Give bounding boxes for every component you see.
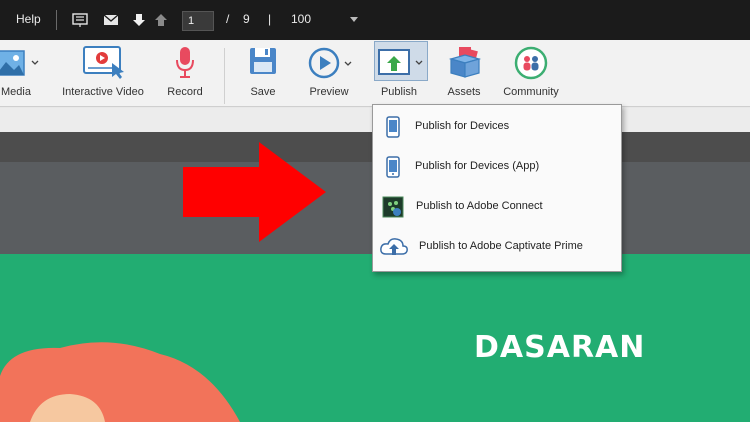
save-icon [250,48,276,74]
menu-item-label: Publish to Adobe Captivate Prime [419,240,583,252]
cloud-upload-icon [380,238,408,255]
ribbon-separator [224,48,225,104]
red-arrow-shape[interactable] [183,142,326,242]
chevron-down-icon[interactable] [31,60,39,66]
device-app-icon [386,156,400,178]
publish-dropdown-menu: Publish for Devices Publish for Devices … [372,104,622,272]
top-toolbar: Help 1 / 9 | 100 [0,0,750,40]
record-label: Record [167,86,203,98]
record-button[interactable]: Record [162,40,208,107]
menu-item-publish-for-devices[interactable]: Publish for Devices [373,106,621,146]
ribbon-toolbar: Media Interactive Video Record Save Prev… [0,40,750,107]
community-label: Community [503,86,559,98]
chevron-down-icon[interactable] [415,60,423,66]
current-page-input[interactable]: 1 [182,11,214,31]
save-button[interactable]: Save [240,40,286,107]
interactive-video-icon [83,46,124,79]
microphone-icon [176,47,194,78]
help-menu[interactable]: Help [16,12,41,26]
adobe-connect-icon [382,196,404,218]
zoom-select[interactable]: 100 [291,12,311,26]
page-separator: / [226,12,230,26]
interactive-video-label: Interactive Video [62,86,144,98]
menu-item-publish-for-devices-app[interactable]: Publish for Devices (App) [373,146,621,186]
play-icon [308,47,340,79]
slide-title[interactable]: DASARAN [474,330,645,365]
assets-button[interactable]: Assets [442,40,486,107]
publish-label: Publish [380,86,418,98]
total-pages: 9 [243,12,250,26]
assets-box-icon [448,47,482,78]
menu-item-publish-to-adobe-connect[interactable]: Publish to Adobe Connect [373,186,621,226]
interactive-video-button[interactable]: Interactive Video [56,40,150,107]
community-icon [514,46,548,80]
toolbar-separator [56,10,57,30]
community-button[interactable]: Community [500,40,562,107]
slide-notes-icon[interactable] [72,12,88,28]
menu-item-label: Publish for Devices (App) [415,160,540,172]
assets-label: Assets [447,86,481,98]
image-icon [0,50,25,76]
menu-item-publish-to-adobe-captivate-prime[interactable]: Publish to Adobe Captivate Prime [373,226,621,266]
toolbar-divider: | [268,12,272,26]
device-icon [386,116,400,138]
media-button[interactable]: Media [0,40,39,107]
preview-label: Preview [309,86,349,98]
mail-icon[interactable] [103,12,119,28]
publish-button[interactable]: Publish [374,40,428,107]
arrow-down-icon[interactable] [131,12,147,28]
arrow-up-icon[interactable] [153,12,169,28]
chevron-down-icon[interactable] [344,61,352,67]
character-hair-illustration[interactable] [0,336,250,422]
publish-icon [378,49,410,75]
media-label: Media [1,86,31,98]
save-label: Save [250,86,276,98]
chevron-down-icon[interactable] [350,17,358,22]
menu-item-label: Publish for Devices [415,120,510,132]
preview-button[interactable]: Preview [304,40,354,107]
menu-item-label: Publish to Adobe Connect [416,200,543,212]
